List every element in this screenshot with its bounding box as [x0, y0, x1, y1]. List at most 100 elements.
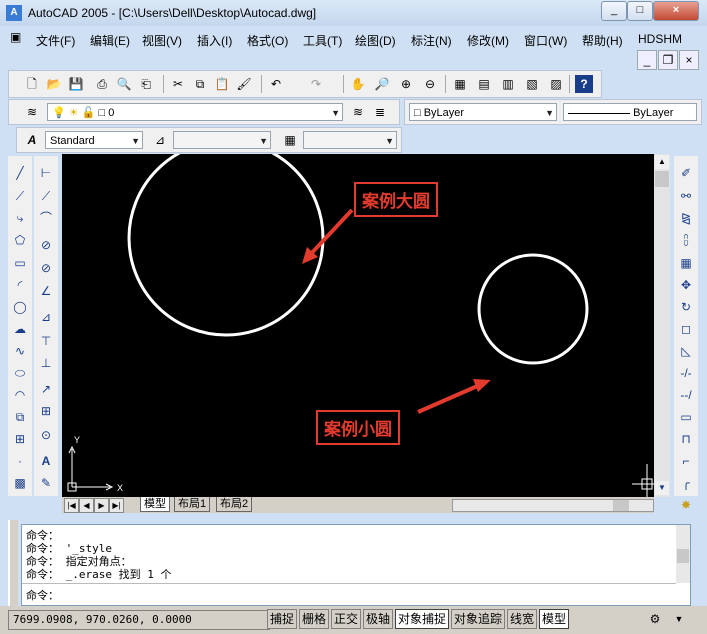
menu-window[interactable]: 窗口(W): [524, 32, 567, 49]
polyline-icon[interactable]: ⤷: [11, 209, 29, 227]
doc-restore-button[interactable]: ❐: [658, 50, 678, 70]
aligned-dimension-icon[interactable]: ⟋: [37, 187, 55, 205]
markup-icon[interactable]: ▨: [547, 75, 565, 93]
scale-icon[interactable]: ◻: [677, 320, 695, 338]
close-button[interactable]: ×: [653, 1, 699, 21]
command-window-grip[interactable]: [8, 520, 18, 606]
menu-draw[interactable]: 绘图(D): [355, 32, 396, 49]
menu-insert[interactable]: 插入(I): [197, 32, 232, 49]
maximize-button[interactable]: □: [627, 1, 653, 21]
rectangle-icon[interactable]: ▭: [11, 254, 29, 272]
zoom-previous-icon[interactable]: ⊖: [421, 75, 439, 93]
menu-dimension[interactable]: 标注(N): [411, 32, 452, 49]
zoom-window-icon[interactable]: ⊕: [397, 75, 415, 93]
open-file-icon[interactable]: 📂: [45, 75, 63, 93]
pan-realtime-icon[interactable]: ✋: [349, 75, 367, 93]
arc-length-icon[interactable]: ⌒: [37, 209, 55, 227]
circle-icon[interactable]: ◯: [11, 298, 29, 316]
tab-model[interactable]: 模型: [140, 497, 170, 512]
menu-file[interactable]: 文件(F): [36, 32, 75, 49]
array-icon[interactable]: ▦: [677, 254, 695, 272]
erase-icon[interactable]: ✐: [677, 164, 695, 182]
dimension-text-edit-icon[interactable]: ✎: [37, 474, 55, 492]
cut-icon[interactable]: ✂: [169, 75, 187, 93]
text-style-dropdown[interactable]: Standard ▼: [45, 131, 143, 149]
fillet-icon[interactable]: ╭: [677, 474, 695, 492]
command-prompt-input[interactable]: 命令：: [26, 587, 59, 603]
object-snap-toggle[interactable]: 对象捕捉: [395, 609, 450, 629]
match-properties-icon[interactable]: 🖌: [235, 75, 253, 93]
vertical-scroll-thumb[interactable]: [655, 171, 669, 187]
insert-block-icon[interactable]: ⧉: [11, 408, 29, 426]
angular-dimension-icon[interactable]: ∠: [37, 282, 55, 300]
ellipse-arc-icon[interactable]: ◠: [11, 386, 29, 404]
menu-hdshm[interactable]: HDSHM: [638, 32, 682, 46]
sheet-set-icon[interactable]: ▧: [523, 75, 541, 93]
tool-palettes-icon[interactable]: ▥: [499, 75, 517, 93]
print-icon[interactable]: ⎙: [93, 75, 111, 93]
menu-tools[interactable]: 工具(T): [303, 32, 342, 49]
move-icon[interactable]: ✥: [677, 276, 695, 294]
snap-toggle[interactable]: 捕捉: [267, 609, 298, 629]
line-icon[interactable]: ╱: [11, 164, 29, 182]
model-toggle[interactable]: 模型: [539, 609, 570, 629]
construction-line-icon[interactable]: ⟋: [11, 187, 29, 205]
save-icon[interactable]: 💾: [67, 75, 85, 93]
point-icon[interactable]: ·: [11, 452, 29, 470]
small-circle[interactable]: [477, 253, 589, 365]
spline-icon[interactable]: ∿: [11, 342, 29, 360]
copy-object-icon[interactable]: ⚯: [677, 187, 695, 205]
vertical-scrollbar[interactable]: ▲ ▼: [654, 154, 670, 497]
ortho-toggle[interactable]: 正交: [331, 609, 362, 629]
minimize-button[interactable]: _: [601, 1, 627, 21]
mirror-icon[interactable]: ⧎: [677, 209, 695, 227]
layer-manager-icon[interactable]: ≋: [23, 103, 41, 121]
copy-icon[interactable]: ⧉: [191, 75, 209, 93]
polar-toggle[interactable]: 极轴: [363, 609, 394, 629]
leader-icon[interactable]: ↗: [37, 380, 55, 398]
layer-previous-icon[interactable]: ≣: [371, 103, 389, 121]
design-center-icon[interactable]: ▤: [475, 75, 493, 93]
last-tab-icon[interactable]: ▶|: [109, 498, 124, 513]
communication-center-icon[interactable]: ⚙: [646, 610, 664, 628]
object-track-toggle[interactable]: 对象追踪: [451, 609, 506, 629]
dimension-style-dropdown[interactable]: ▼: [173, 131, 271, 149]
properties-icon[interactable]: ▦: [451, 75, 469, 93]
lineweight-toggle[interactable]: 线宽: [507, 609, 538, 629]
undo-icon[interactable]: ↶: [267, 75, 285, 93]
menu-modify[interactable]: 修改(M): [467, 32, 509, 49]
ellipse-icon[interactable]: ⬭: [11, 364, 29, 382]
doc-minimize-button[interactable]: _: [637, 50, 657, 70]
menu-edit[interactable]: 编辑(E): [90, 32, 130, 49]
grid-toggle[interactable]: 栅格: [299, 609, 330, 629]
menu-format[interactable]: 格式(O): [247, 32, 288, 49]
horizontal-scroll-thumb[interactable]: [613, 500, 629, 511]
tolerance-icon[interactable]: ⊞: [37, 402, 55, 420]
zoom-realtime-icon[interactable]: 🔎: [373, 75, 391, 93]
dimension-edit-icon[interactable]: A: [37, 452, 55, 470]
publish-icon[interactable]: ⎗: [137, 75, 155, 93]
tab-layout2[interactable]: 布局2: [216, 497, 253, 512]
arc-icon[interactable]: ◜: [11, 276, 29, 294]
next-tab-icon[interactable]: ▶: [94, 498, 109, 513]
explode-icon[interactable]: ✸: [677, 496, 695, 514]
autocad-app-icon[interactable]: A: [6, 5, 22, 21]
dimension-style-icon[interactable]: ⊿: [151, 131, 169, 149]
redo-icon[interactable]: ↷: [307, 75, 325, 93]
stretch-icon[interactable]: ◺: [677, 342, 695, 360]
break-at-point-icon[interactable]: ▭: [677, 408, 695, 426]
drawing-canvas[interactable]: Y X 案例大圆 案例小圆: [62, 154, 654, 497]
big-circle[interactable]: [127, 154, 325, 337]
polygon-icon[interactable]: ⬠: [11, 231, 29, 249]
hatch-icon[interactable]: ▩: [11, 474, 29, 492]
doc-close-button[interactable]: ×: [679, 50, 699, 70]
continue-dimension-icon[interactable]: ⊥: [37, 354, 55, 372]
make-block-icon[interactable]: ⊞: [11, 430, 29, 448]
document-icon[interactable]: ▣: [10, 30, 21, 44]
extend-icon[interactable]: --/: [677, 386, 695, 404]
break-icon[interactable]: ⊓: [677, 430, 695, 448]
table-style-icon[interactable]: ▦: [281, 131, 299, 149]
scroll-up-icon[interactable]: ▲: [655, 155, 669, 169]
baseline-dimension-icon[interactable]: ⊤: [37, 332, 55, 350]
horizontal-scrollbar[interactable]: [452, 499, 654, 512]
